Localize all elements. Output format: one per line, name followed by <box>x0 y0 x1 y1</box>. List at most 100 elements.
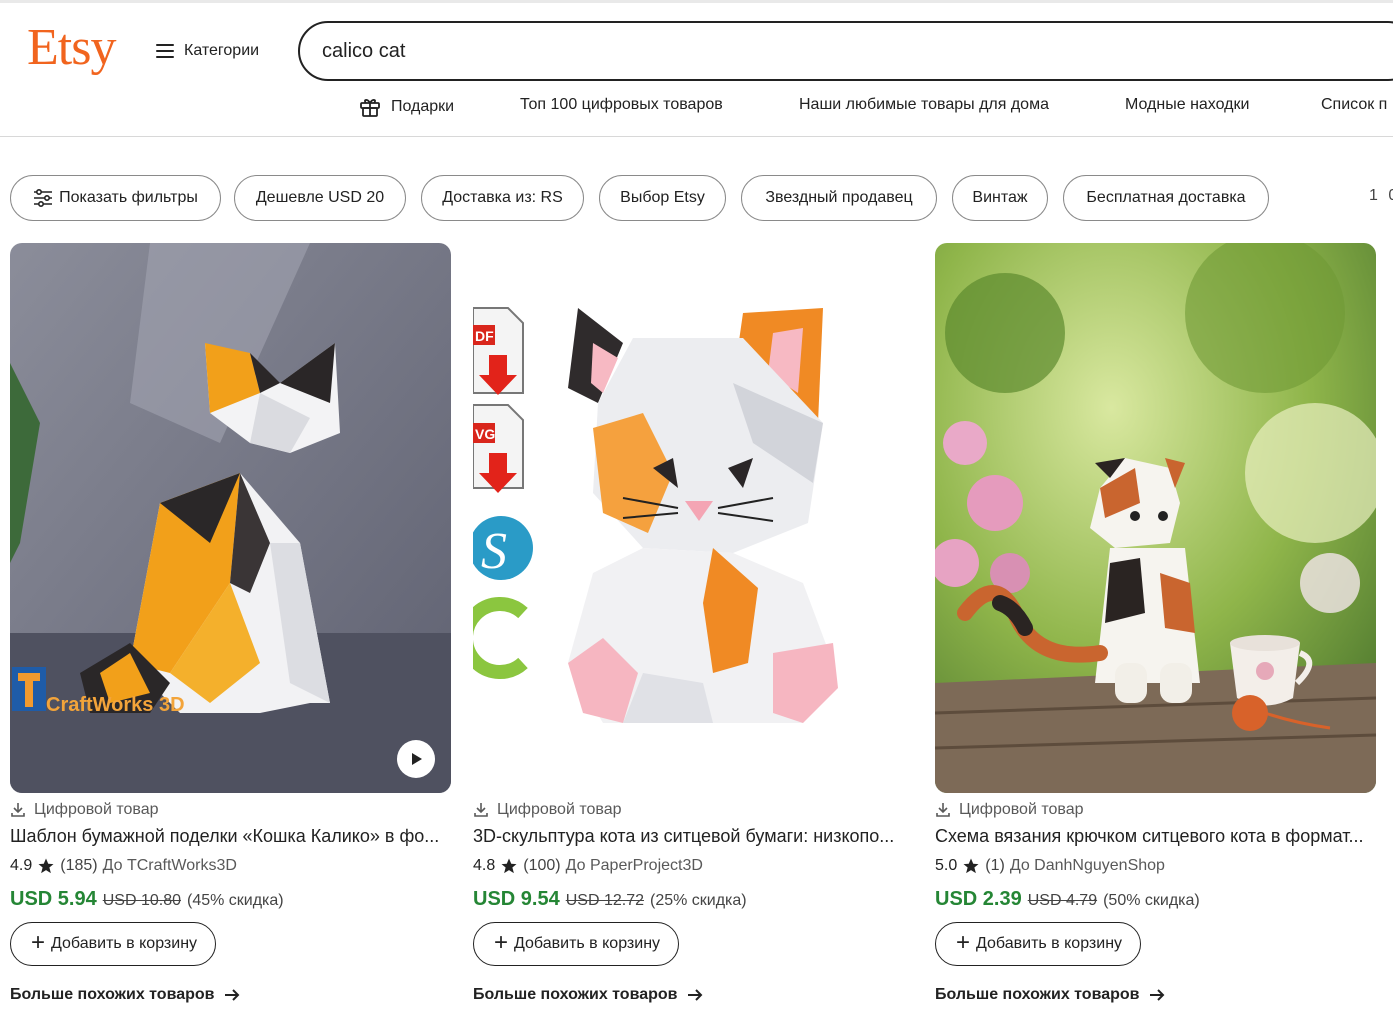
filter-chip-free-shipping[interactable]: Бесплатная доставка <box>1063 175 1269 221</box>
more-like-this-link[interactable]: Больше похожих товаров <box>473 986 703 1004</box>
item-type: Цифровой товар <box>34 801 159 818</box>
more-like-label: Больше похожих товаров <box>10 986 215 1003</box>
star-icon <box>963 858 979 874</box>
original-price: USD 10.80 <box>102 892 181 909</box>
listing-title[interactable]: Шаблон бумажной поделки «Кошка Калико» в… <box>10 826 451 847</box>
chip-label: Дешевле USD 20 <box>255 189 385 206</box>
listing-image[interactable]: CraftWorks 3D <box>10 243 451 793</box>
nav-item-home-favorites[interactable]: Наши любимые товары для дома <box>799 96 1049 114</box>
nav-item-top100[interactable]: Топ 100 цифровых товаров <box>520 96 723 114</box>
paper-kitten-image: DF VG S <box>473 243 914 793</box>
add-to-cart-label: Добавить в корзину <box>976 935 1123 952</box>
sale-price: USD 2.39 <box>935 888 1022 910</box>
listing-rating: 4.9 (185) До TCraftWorks3D <box>10 857 237 875</box>
nav-item-gifts[interactable]: Подарки <box>359 96 454 118</box>
digital-item-label: Цифровой товар <box>10 801 159 819</box>
download-icon <box>474 803 488 817</box>
original-price: USD 4.79 <box>1027 892 1098 909</box>
crochet-cat-image <box>935 243 1376 793</box>
show-filters-label: Показать фильтры <box>59 189 198 206</box>
pdf-file-label: DF <box>475 328 494 344</box>
review-count: (185) <box>60 857 98 874</box>
digital-item-label: Цифровой товар <box>473 801 622 819</box>
site-header: Etsy Категории Подарки Топ 100 цифровых … <box>0 0 1393 137</box>
arrow-right-icon <box>688 989 703 1001</box>
etsy-logo[interactable]: Etsy <box>27 18 116 78</box>
nav-item-label: Подарки <box>391 98 455 115</box>
categories-button[interactable]: Категории <box>156 33 259 69</box>
arrow-right-icon <box>1150 989 1165 1001</box>
add-to-cart-button[interactable]: + Добавить в корзину <box>473 922 680 966</box>
discount-label: (45% скидка) <box>186 892 284 909</box>
menu-icon <box>156 44 174 58</box>
original-price: USD 12.72 <box>565 892 644 909</box>
chip-label: Выбор Etsy <box>620 189 705 206</box>
price-row: USD 5.94 USD 10.80 (45% скидка) <box>10 888 284 911</box>
shop-name[interactable]: До TCraftWorks3D <box>103 857 237 875</box>
results-count: 1 0 <box>1369 187 1393 204</box>
nav-item-label: Топ 100 цифровых товаров <box>520 96 723 113</box>
shop-name[interactable]: До DanhNguyenShop <box>1010 857 1165 875</box>
review-count: (100) <box>523 857 561 874</box>
craftworks-watermark: CraftWorks 3D <box>46 694 185 716</box>
plus-icon: + <box>494 929 509 956</box>
svg-text:S: S <box>481 523 507 580</box>
filter-chip-vintage[interactable]: Винтаж <box>952 175 1048 221</box>
show-filters-button[interactable]: Показать фильтры <box>10 175 221 221</box>
chip-label: Доставка из: RS <box>442 189 563 206</box>
play-video-button[interactable] <box>397 740 435 778</box>
review-count: (1) <box>985 857 1005 874</box>
star-icon <box>501 858 517 874</box>
digital-item-label: Цифровой товар <box>935 801 1084 819</box>
nav-item-label: Наши любимые товары для дома <box>799 96 1049 113</box>
add-to-cart-button[interactable]: + Добавить в корзину <box>10 922 217 966</box>
sale-price: USD 5.94 <box>10 888 97 910</box>
price-row: USD 2.39 USD 4.79 (50% скидка) <box>935 888 1200 911</box>
add-to-cart-label: Добавить в корзину <box>514 935 661 952</box>
discount-label: (50% скидка) <box>1103 892 1200 909</box>
paper-cat-image: CraftWorks 3D <box>10 243 451 793</box>
listing-title[interactable]: 3D-скульптура кота из ситцевой бумаги: н… <box>473 826 914 847</box>
listing-rating: 5.0 (1) До DanhNguyenShop <box>935 857 1165 875</box>
svg-file-label: VG <box>475 426 495 442</box>
more-like-label: Больше похожих товаров <box>935 986 1140 1003</box>
more-like-this-link[interactable]: Больше похожих товаров <box>935 986 1165 1004</box>
listing-title[interactable]: Схема вязания крючком ситцевого кота в ф… <box>935 826 1376 847</box>
listing-rating: 4.8 (100) До PaperProject3D <box>473 857 703 875</box>
item-type: Цифровой товар <box>497 801 622 818</box>
download-icon <box>11 803 25 817</box>
chip-label: Звездный продавец <box>765 189 913 206</box>
nav-item-fashion[interactable]: Модные находки <box>1125 96 1249 114</box>
chip-label: Винтаж <box>972 189 1028 206</box>
search-input[interactable] <box>322 35 1222 67</box>
shop-name[interactable]: До PaperProject3D <box>566 857 703 875</box>
rating-value: 5.0 <box>935 857 958 874</box>
nav-item-list[interactable]: Список п <box>1321 96 1387 114</box>
chip-label: Бесплатная доставка <box>1086 189 1246 206</box>
filter-chip-star-seller[interactable]: Звездный продавец <box>741 175 937 221</box>
play-icon <box>412 753 422 765</box>
gift-icon <box>360 99 380 117</box>
categories-label: Категории <box>184 42 260 59</box>
filter-chip-etsy-pick[interactable]: Выбор Etsy <box>599 175 726 221</box>
listing-image[interactable]: DF VG S <box>473 243 914 793</box>
add-to-cart-label: Добавить в корзину <box>51 935 198 952</box>
more-like-label: Больше похожих товаров <box>473 986 678 1003</box>
discount-label: (25% скидка) <box>649 892 747 909</box>
filter-sliders-icon <box>34 189 53 207</box>
more-like-this-link[interactable]: Больше похожих товаров <box>10 986 240 1004</box>
category-nav: Подарки Топ 100 цифровых товаров Наши лю… <box>0 92 1393 124</box>
item-type: Цифровой товар <box>959 801 1084 818</box>
rating-value: 4.9 <box>10 857 33 874</box>
nav-item-label: Модные находки <box>1125 96 1250 113</box>
filter-chip-ships-from[interactable]: Доставка из: RS <box>421 175 584 221</box>
search-bar[interactable] <box>298 21 1393 81</box>
add-to-cart-button[interactable]: + Добавить в корзину <box>935 922 1142 966</box>
plus-icon: + <box>31 929 46 956</box>
filter-chip-under-20[interactable]: Дешевле USD 20 <box>234 175 406 221</box>
price-row: USD 9.54 USD 12.72 (25% скидка) <box>473 888 747 911</box>
arrow-right-icon <box>225 989 240 1001</box>
star-icon <box>38 858 54 874</box>
download-icon <box>936 803 950 817</box>
listing-image[interactable] <box>935 243 1376 793</box>
